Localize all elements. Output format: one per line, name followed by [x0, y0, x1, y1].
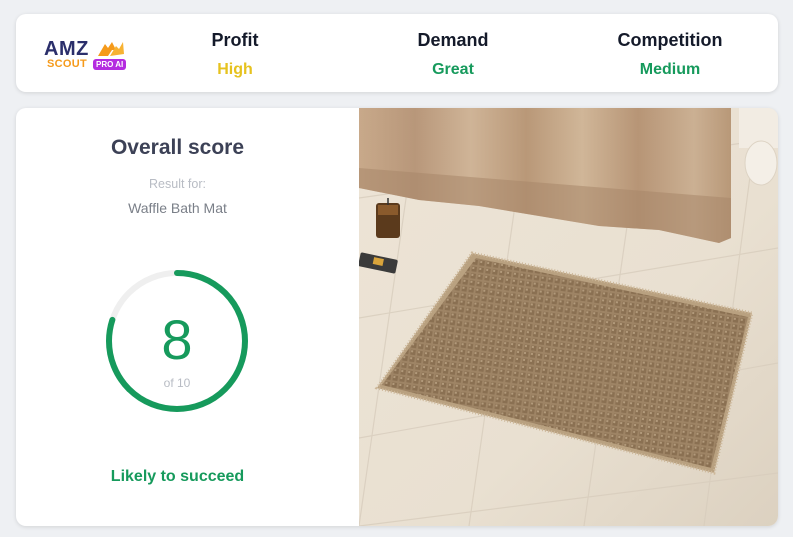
metric-value: Great — [432, 61, 474, 78]
metric-profit: Profit High — [155, 30, 315, 79]
verdict-text: Likely to succeed — [110, 468, 245, 485]
result-for-label: Result for: — [149, 177, 206, 191]
metric-demand: Demand Great — [373, 30, 533, 79]
product-image — [359, 108, 778, 526]
metric-value: Medium — [639, 61, 701, 78]
metric-label: Competition — [617, 30, 723, 50]
score-value: 8 — [161, 308, 193, 371]
metric-label: Demand — [417, 30, 489, 50]
score-card: Overall score Result for: Waffle Bath Ma… — [16, 108, 778, 526]
overall-score-title: Overall score — [110, 136, 245, 159]
metric-label: Profit — [211, 30, 259, 50]
amzscout-logo: AMZ SCOUT PRO AI — [44, 38, 134, 72]
logo-arrows-icon — [98, 42, 124, 56]
metric-value: High — [217, 61, 253, 78]
product-name: Waffle Bath Mat — [128, 200, 227, 216]
score-panel: Overall score Result for: Waffle Bath Ma… — [16, 108, 359, 526]
score-max-label: of 10 — [163, 376, 191, 390]
metric-competition: Competition Medium — [590, 30, 750, 79]
logo-scout-text: SCOUT — [47, 58, 87, 70]
summary-bar: AMZ SCOUT PRO AI Profit High Demand Grea… — [16, 14, 778, 92]
logo-pro-badge: PRO AI — [93, 59, 127, 70]
